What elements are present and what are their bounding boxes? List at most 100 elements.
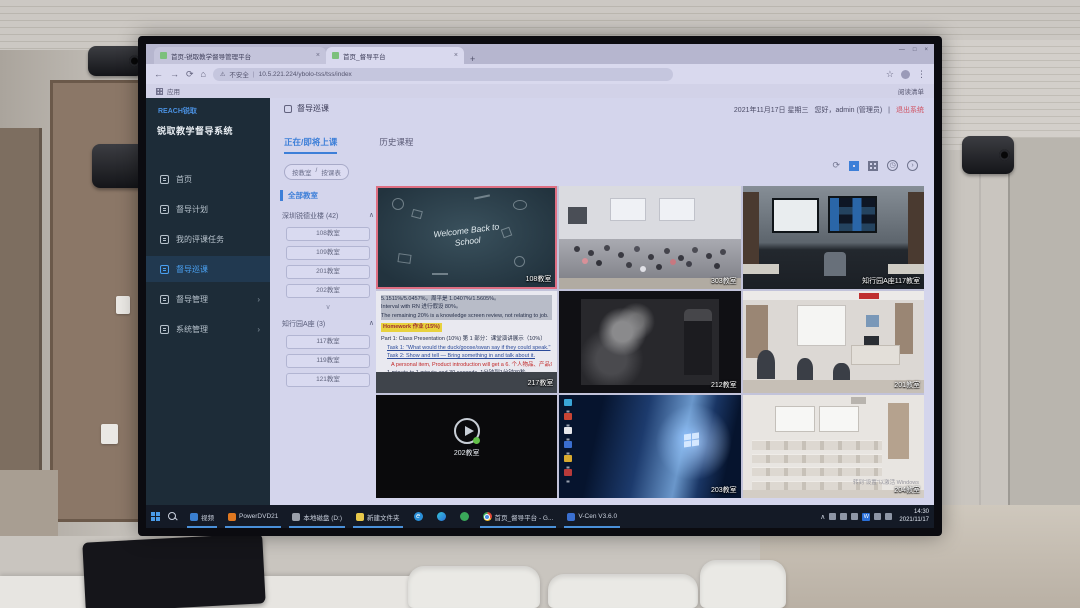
back-icon[interactable]: ← xyxy=(154,70,163,79)
display-tray-icon[interactable] xyxy=(874,513,881,520)
video-cell-201[interactable]: 201教室 xyxy=(743,291,924,394)
room-button[interactable]: 121教室 xyxy=(286,373,370,387)
toggle-by-room[interactable]: 按教室 xyxy=(292,167,312,177)
video-cell-204[interactable]: 转到“设置”以激活 Windows 204教室 xyxy=(743,395,924,498)
new-tab-button[interactable]: + xyxy=(470,54,475,64)
video-cell-217[interactable]: 5.1511%/5.0457%，周平是 1.0407%/1.5605%。 Int… xyxy=(376,291,557,394)
all-rooms-label[interactable]: 全部教室 xyxy=(280,190,376,201)
room-button[interactable]: 117教室 xyxy=(286,335,370,349)
more-rooms-icon[interactable]: ∨ xyxy=(280,303,376,311)
sidebar-item-system[interactable]: 系统管理 › xyxy=(146,316,270,342)
logout-link[interactable]: 退出系统 xyxy=(896,105,924,115)
room-button[interactable]: 109教室 xyxy=(286,246,370,260)
room-label: 303教室 xyxy=(711,276,737,286)
tray-icon[interactable] xyxy=(829,513,836,520)
student-area xyxy=(559,239,740,278)
browser-menu-icon[interactable]: ⋮ xyxy=(917,70,926,79)
reload-icon[interactable]: ⟳ xyxy=(186,70,194,79)
room-button[interactable]: 119教室 xyxy=(286,354,370,368)
sidebar-item-plan[interactable]: 督导计划 xyxy=(146,196,270,222)
view-toggle[interactable]: 按教室 / 按课表 xyxy=(284,164,349,180)
collapse-icon[interactable]: ∧ xyxy=(369,211,374,221)
browser-tab-1[interactable]: 首页-锐取教学督导管理平台 × xyxy=(154,47,326,64)
ptz-camera-right xyxy=(962,136,1014,174)
video-cell-303[interactable]: 303教室 xyxy=(559,186,740,289)
refresh-icon[interactable]: ⟳ xyxy=(832,160,840,171)
taskbar-item-edge[interactable] xyxy=(432,505,451,528)
desk-row xyxy=(752,454,883,463)
tab-history-classes[interactable]: 历史课程 xyxy=(379,136,413,154)
search-icon[interactable] xyxy=(168,512,177,521)
collapse-icon[interactable]: ∧ xyxy=(369,319,374,329)
tray-icon[interactable] xyxy=(851,513,858,520)
chair xyxy=(548,574,698,608)
sidebar-item-label: 首页 xyxy=(176,174,192,185)
chevron-right-icon: › xyxy=(257,325,260,334)
volume-tray-icon[interactable] xyxy=(885,513,892,520)
window-controls: — □ × xyxy=(899,47,928,53)
minimize-icon[interactable]: — xyxy=(899,47,905,53)
sidebar-item-patrol-active[interactable]: 督导巡课 xyxy=(146,256,270,282)
taskbar-item-green-app[interactable] xyxy=(455,505,474,528)
security-label: 不安全 xyxy=(229,69,249,79)
history-clock-icon[interactable]: ◷ xyxy=(887,160,898,171)
building-group-1[interactable]: 深圳锐德业楼 (42) ∧ xyxy=(282,211,374,221)
video-cell-zhixingyuan-117[interactable]: 知行园A座117教室 xyxy=(743,186,924,289)
start-button-icon[interactable] xyxy=(151,512,160,521)
projector xyxy=(851,397,866,403)
taskbar-item-powerdvd[interactable]: PowerDVD21 xyxy=(223,505,283,528)
reading-list-label[interactable]: 阅读清单 xyxy=(898,86,924,96)
building-group-2[interactable]: 知行园A座 (3) ∧ xyxy=(282,319,374,329)
play-icon[interactable] xyxy=(454,418,480,444)
apps-label[interactable]: 应用 xyxy=(167,86,180,96)
video-cell-108[interactable]: Welcome Back to School 108教室 xyxy=(376,186,557,289)
profile-avatar[interactable] xyxy=(901,70,910,79)
browser-tab-2-active[interactable]: 首页_督导平台 × xyxy=(326,47,464,64)
document-line: The remaining 20% is a knowledge screen … xyxy=(381,312,552,321)
video-cell-212[interactable]: 212教室 xyxy=(559,291,740,394)
folder-icon xyxy=(356,513,364,521)
bookmark-star-icon[interactable]: ☆ xyxy=(886,70,894,79)
url-text: 10.5.221.224/ybolo-tss/tss/index xyxy=(259,71,352,78)
tray-expand-icon[interactable]: ∧ xyxy=(820,513,825,521)
whiteboard xyxy=(775,406,815,433)
disk-drive-icon xyxy=(292,513,300,521)
page-next-icon[interactable]: › xyxy=(907,160,918,171)
video-cell-203[interactable]: 203教室 xyxy=(559,395,740,498)
vcen-icon xyxy=(567,513,575,521)
grid-layout-4-icon[interactable] xyxy=(849,161,859,171)
home-icon[interactable]: ⌂ xyxy=(201,70,206,79)
door xyxy=(743,192,759,266)
sidebar-item-home[interactable]: 首页 xyxy=(146,166,270,192)
room-button[interactable]: 108教室 xyxy=(286,227,370,241)
room-button[interactable]: 202教室 xyxy=(286,284,370,298)
chalk-doodle xyxy=(432,273,448,275)
grid-layout-9-icon[interactable] xyxy=(868,161,878,171)
tab-close-icon[interactable]: × xyxy=(454,52,458,59)
ptz-camera-top-left xyxy=(88,46,144,76)
tray-icon[interactable] xyxy=(840,513,847,520)
taskbar-item-local-disk[interactable]: 本地磁盘 (D:) xyxy=(287,505,347,528)
address-bar[interactable]: ⚠ 不安全 | 10.5.221.224/ybolo-tss/tss/index xyxy=(213,68,673,81)
word-tray-icon[interactable]: W xyxy=(862,513,870,521)
sidebar-item-manage[interactable]: 督导管理 › xyxy=(146,286,270,312)
taskbar-clock[interactable]: 14:30 2021/11/17 xyxy=(899,509,929,524)
apps-grid-icon[interactable] xyxy=(156,88,163,95)
tab-close-icon[interactable]: × xyxy=(316,52,320,59)
green-app-icon xyxy=(460,512,469,521)
sidebar-item-tasks[interactable]: 我的评课任务 xyxy=(146,226,270,252)
maximize-icon[interactable]: □ xyxy=(913,47,917,53)
forward-icon[interactable]: → xyxy=(170,70,179,79)
play-overlay[interactable]: 202教室 xyxy=(454,418,480,458)
close-icon[interactable]: × xyxy=(924,47,928,53)
toggle-by-schedule[interactable]: 按课表 xyxy=(321,167,341,177)
taskbar-item-video[interactable]: 视频 xyxy=(185,505,219,528)
taskbar-item-vcen[interactable]: V-Cen V3.6.0 xyxy=(562,505,622,528)
taskbar-item-ie[interactable]: e xyxy=(409,505,428,528)
video-cell-202-offline[interactable]: 202教室 xyxy=(376,395,557,498)
chalk-doodle xyxy=(392,198,404,210)
taskbar-item-new-folder[interactable]: 新建文件夹 xyxy=(351,505,405,528)
taskbar-item-chrome[interactable]: 首页_督导平台 - G... xyxy=(478,505,559,528)
tab-current-classes[interactable]: 正在/即将上课 xyxy=(284,136,337,154)
room-button[interactable]: 201教室 xyxy=(286,265,370,279)
